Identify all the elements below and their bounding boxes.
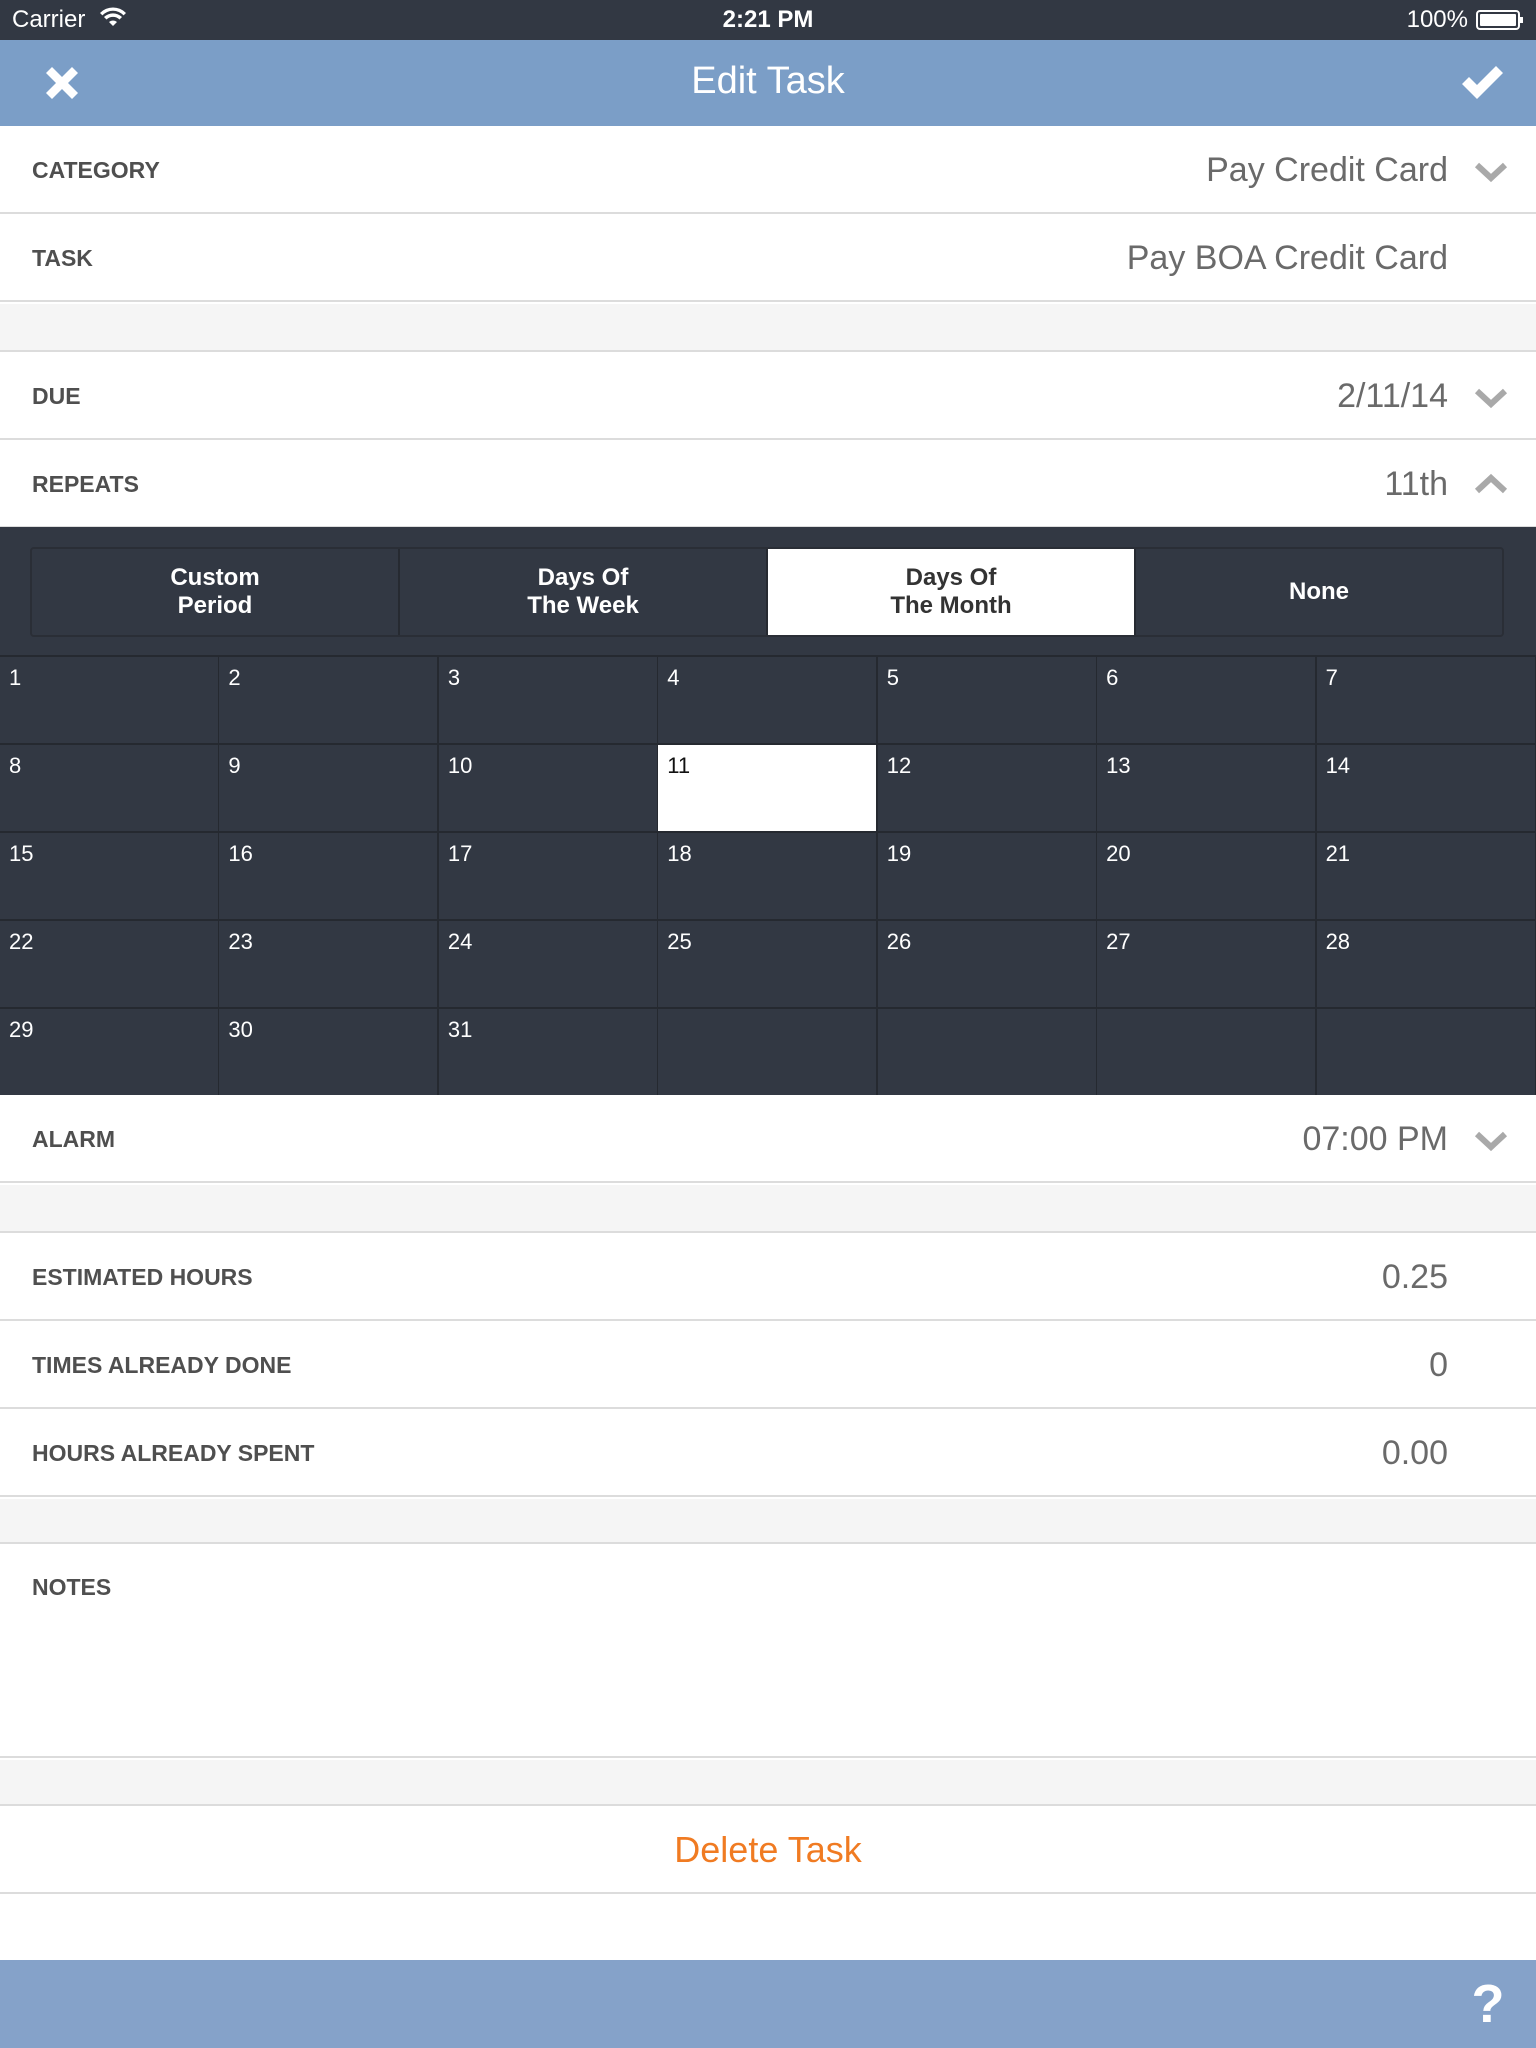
estimated-hours-value[interactable]: 0.25 — [1382, 1233, 1448, 1321]
day-cell[interactable]: 18 — [658, 831, 879, 919]
day-cell[interactable]: 30 — [219, 1007, 440, 1095]
times-done-value[interactable]: 0 — [1429, 1321, 1448, 1409]
day-cell[interactable]: 25 — [658, 919, 879, 1007]
day-cell[interactable]: 4 — [658, 655, 879, 743]
notes-label: NOTES — [32, 1574, 112, 1600]
hours-spent-row[interactable]: HOURS ALREADY SPENT 0.00 — [0, 1409, 1536, 1497]
estimated-hours-label: ESTIMATED HOURS — [32, 1264, 253, 1290]
alarm-value: 07:00 PM — [1302, 1120, 1448, 1158]
section-gap — [0, 304, 1536, 352]
day-cell[interactable]: 11 — [658, 743, 879, 831]
repeat-mode-option[interactable]: Days Of The Week — [400, 549, 768, 635]
due-label: DUE — [32, 383, 81, 409]
day-of-month-grid: 1 2 3 4 5 6 7 8 9 10 11 12 13 14 15 16 17 18 19 20 21 22 23 24 2… — [0, 655, 1536, 1095]
nav-bar: Edit Task — [0, 40, 1536, 126]
day-cell[interactable]: 20 — [1097, 831, 1318, 919]
day-cell[interactable]: 29 — [0, 1007, 220, 1095]
task-row[interactable]: TASK Pay BOA Credit Card — [0, 214, 1536, 302]
category-value: Pay Credit Card — [1206, 151, 1448, 189]
day-cell[interactable]: 2 — [219, 655, 440, 743]
day-cell[interactable]: 6 — [1097, 655, 1318, 743]
day-cell[interactable]: 5 — [877, 655, 1098, 743]
day-cell[interactable]: 9 — [219, 743, 440, 831]
day-cell[interactable]: 31 — [438, 1007, 659, 1095]
alarm-label: ALARM — [32, 1126, 116, 1152]
repeat-mode-option[interactable]: Days Of The Month — [768, 549, 1136, 635]
status-bar: Carrier 2:21 PM 100% — [0, 0, 1536, 40]
repeat-mode-option[interactable]: Custom Period — [32, 549, 400, 635]
section-gap — [0, 1185, 1536, 1233]
repeats-value: 11th — [1384, 465, 1448, 503]
repeat-mode-option[interactable]: None — [1136, 549, 1502, 635]
chevron-down-icon — [1474, 1131, 1508, 1152]
day-cell[interactable]: 10 — [438, 743, 659, 831]
day-cell[interactable]: 1 — [0, 655, 220, 743]
day-cell[interactable]: 7 — [1316, 655, 1536, 743]
day-cell[interactable]: 21 — [1316, 831, 1536, 919]
task-value[interactable]: Pay BOA Credit Card — [1127, 214, 1448, 302]
empty-day-cell — [658, 1007, 879, 1095]
times-done-label: TIMES ALREADY DONE — [32, 1352, 292, 1378]
chevron-down-icon — [1474, 162, 1508, 183]
battery-percent: 100% — [1406, 6, 1468, 33]
day-cell[interactable]: 12 — [877, 743, 1098, 831]
empty-day-cell — [877, 1007, 1098, 1095]
checkmark-icon[interactable] — [1458, 59, 1506, 107]
section-gap — [0, 1760, 1536, 1806]
day-cell[interactable]: 22 — [0, 919, 220, 1007]
day-cell[interactable]: 16 — [219, 831, 440, 919]
help-icon[interactable]: ? — [1466, 1976, 1510, 2032]
day-cell[interactable]: 24 — [438, 919, 659, 1007]
estimated-hours-row[interactable]: ESTIMATED HOURS 0.25 — [0, 1233, 1536, 1321]
repeats-label: REPEATS — [32, 471, 139, 497]
day-cell[interactable]: 15 — [0, 831, 220, 919]
clock: 2:21 PM — [722, 6, 814, 33]
due-value: 2/11/14 — [1337, 377, 1448, 415]
category-label: CATEGORY — [32, 157, 160, 183]
repeat-mode-segmented-control: Custom Period Days Of The Week Days Of The… — [30, 547, 1504, 637]
empty-day-cell — [1097, 1007, 1318, 1095]
category-row[interactable]: CATEGORY Pay Credit Card — [0, 126, 1536, 214]
chevron-down-icon — [1474, 388, 1508, 409]
repeats-row[interactable]: REPEATS 11th — [0, 440, 1536, 528]
times-done-row[interactable]: TIMES ALREADY DONE 0 — [0, 1321, 1536, 1409]
day-cell[interactable]: 8 — [0, 743, 220, 831]
hours-spent-label: HOURS ALREADY SPENT — [32, 1440, 315, 1466]
day-cell[interactable]: 23 — [219, 919, 440, 1007]
page-title: Edit Task — [691, 60, 845, 102]
due-row[interactable]: DUE 2/11/14 — [0, 352, 1536, 440]
section-gap — [0, 1499, 1536, 1544]
bottom-toolbar: ? — [0, 1960, 1536, 2048]
hours-spent-value[interactable]: 0.00 — [1382, 1409, 1448, 1497]
day-cell[interactable]: 26 — [877, 919, 1098, 1007]
day-cell[interactable]: 13 — [1097, 743, 1318, 831]
chevron-up-icon — [1474, 473, 1508, 494]
delete-task-row[interactable]: Delete Task — [0, 1806, 1536, 1894]
day-cell[interactable]: 27 — [1097, 919, 1318, 1007]
notes-field[interactable]: NOTES — [0, 1544, 1536, 1758]
day-cell[interactable]: 14 — [1316, 743, 1536, 831]
battery-icon — [1476, 10, 1523, 30]
task-label: TASK — [32, 245, 93, 271]
day-cell[interactable]: 28 — [1316, 919, 1536, 1007]
delete-task-button[interactable]: Delete Task — [0, 1806, 1536, 1894]
day-cell[interactable]: 17 — [438, 831, 659, 919]
empty-day-cell — [1316, 1007, 1536, 1095]
repeat-options-panel: Custom Period Days Of The Week Days Of The… — [0, 527, 1536, 1095]
day-cell[interactable]: 3 — [438, 655, 659, 743]
day-cell[interactable]: 19 — [877, 831, 1098, 919]
alarm-row[interactable]: ALARM 07:00 PM — [0, 1095, 1536, 1183]
